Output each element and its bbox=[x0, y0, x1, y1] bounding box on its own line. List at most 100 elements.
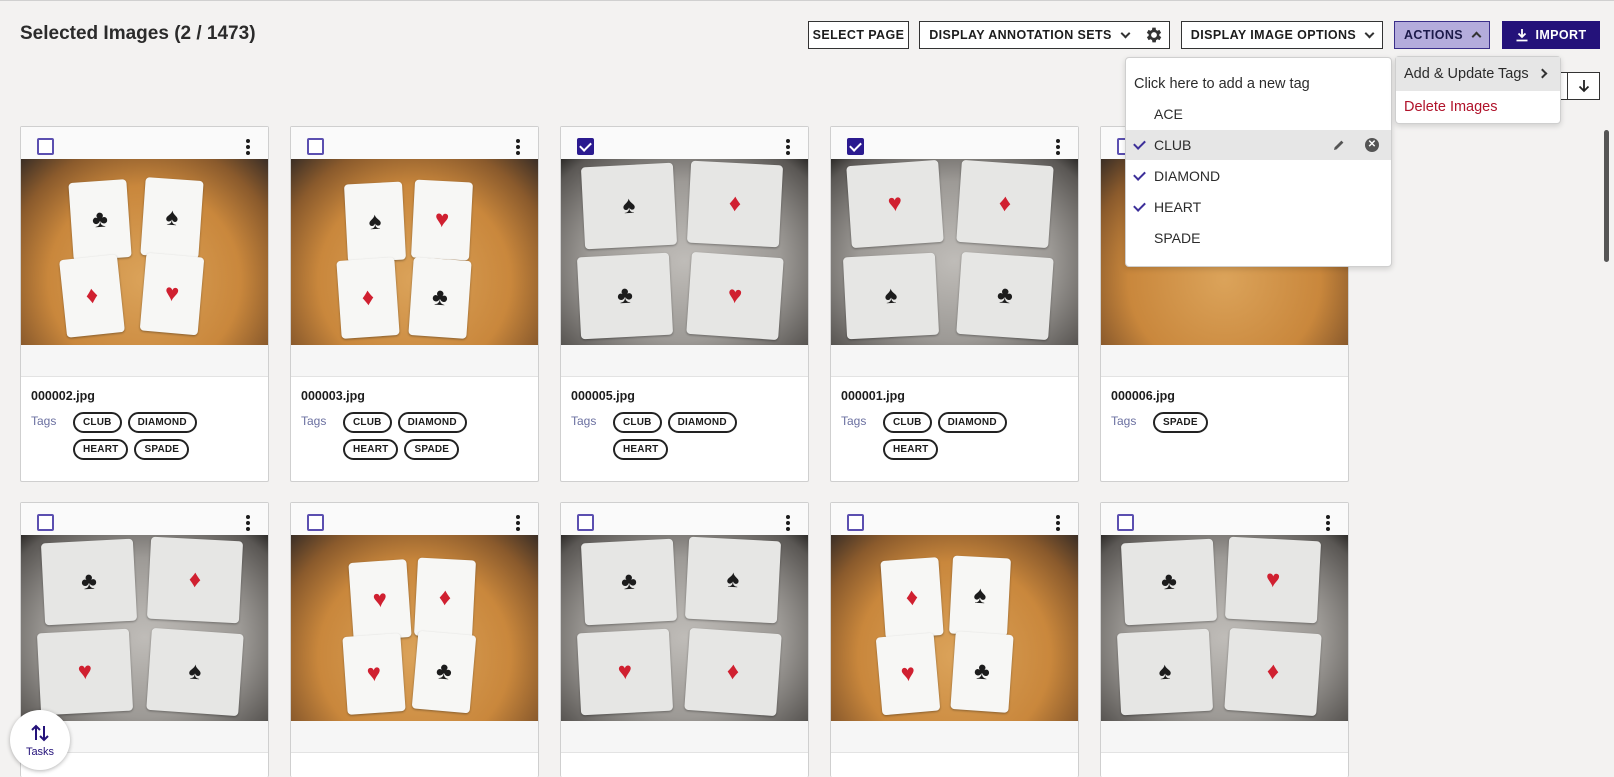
tag-list: SPADE bbox=[1153, 412, 1338, 433]
image-thumbnail[interactable]: ♣ ♦ ♥ ♠ bbox=[21, 535, 268, 721]
select-checkbox[interactable] bbox=[577, 514, 594, 531]
select-checkbox[interactable] bbox=[307, 514, 324, 531]
image-card[interactable]: ♠ ♥ ♦ ♣ 000003.jpg Tags CLUB DIAMOND HEA… bbox=[290, 126, 539, 482]
divider bbox=[1567, 73, 1568, 99]
download-icon bbox=[1516, 29, 1528, 42]
more-options-icon[interactable] bbox=[516, 139, 520, 155]
tag-chip[interactable]: DIAMOND bbox=[937, 412, 1007, 433]
tag-option-ace[interactable]: ACE bbox=[1126, 99, 1391, 129]
more-options-icon[interactable] bbox=[246, 139, 250, 155]
tag-list: CLUB DIAMOND HEART bbox=[883, 412, 1068, 460]
tag-chip[interactable]: SPADE bbox=[404, 439, 460, 460]
add-update-tags-item[interactable]: Add & Update Tags bbox=[1396, 57, 1560, 91]
tag-row: Tags CLUB DIAMOND HEART bbox=[571, 412, 798, 460]
image-thumbnail[interactable]: ♣ ♠ ♥ ♦ bbox=[561, 535, 808, 721]
image-thumbnail[interactable]: ♣ ♥ ♠ ♦ bbox=[1101, 535, 1348, 721]
tag-chip[interactable]: HEART bbox=[883, 439, 939, 460]
check-icon bbox=[1133, 199, 1146, 212]
scrollbar-thumb[interactable] bbox=[1604, 130, 1609, 262]
tags-label: Tags bbox=[301, 414, 327, 428]
image-card[interactable]: ♣ ♠ ♥ ♦ bbox=[560, 502, 809, 777]
card-header bbox=[831, 127, 1078, 159]
select-page-button[interactable]: SELECT PAGE bbox=[808, 21, 909, 49]
image-card[interactable]: ♠ ♦ ♣ ♥ 000005.jpg Tags CLUB DIAMOND HEA… bbox=[560, 126, 809, 482]
tag-row: Tags SPADE bbox=[1111, 412, 1338, 433]
tag-chip[interactable]: CLUB bbox=[73, 412, 122, 433]
tag-chip[interactable]: DIAMOND bbox=[667, 412, 737, 433]
tag-chip[interactable]: HEART bbox=[613, 439, 669, 460]
display-image-options-button[interactable]: DISPLAY IMAGE OPTIONS bbox=[1181, 21, 1383, 49]
tag-row: Tags CLUB DIAMOND HEART SPADE bbox=[301, 412, 528, 460]
actions-button[interactable]: ACTIONS bbox=[1394, 21, 1490, 49]
card-spacer bbox=[291, 721, 538, 753]
tag-chip[interactable]: SPADE bbox=[134, 439, 190, 460]
tag-option-club[interactable]: CLUB ✕ bbox=[1126, 130, 1391, 160]
gear-icon bbox=[1146, 27, 1161, 43]
more-options-icon[interactable] bbox=[1056, 139, 1060, 155]
select-checkbox[interactable] bbox=[37, 514, 54, 531]
more-options-icon[interactable] bbox=[1056, 515, 1060, 531]
page-title: Selected Images (2 / 1473) bbox=[20, 23, 256, 44]
more-options-icon[interactable] bbox=[786, 515, 790, 531]
tag-chip[interactable]: CLUB bbox=[343, 412, 392, 433]
arrow-down-icon bbox=[1578, 80, 1590, 93]
select-checkbox[interactable] bbox=[307, 138, 324, 155]
image-card[interactable]: ♥ ♦ ♥ ♣ bbox=[290, 502, 539, 777]
tag-chip[interactable]: HEART bbox=[343, 439, 399, 460]
tag-option-diamond[interactable]: DIAMOND bbox=[1126, 161, 1391, 191]
select-checkbox-checked[interactable] bbox=[577, 138, 594, 155]
select-checkbox[interactable] bbox=[1117, 514, 1134, 531]
more-options-icon[interactable] bbox=[1326, 515, 1330, 531]
chevron-up-icon bbox=[1471, 31, 1482, 42]
tag-row: Tags CLUB DIAMOND HEART bbox=[841, 412, 1068, 460]
image-card[interactable]: ♥ ♦ ♠ ♣ 000001.jpg Tags CLUB DIAMOND HEA… bbox=[830, 126, 1079, 482]
tag-chip[interactable]: DIAMOND bbox=[397, 412, 467, 433]
import-button[interactable]: IMPORT bbox=[1502, 21, 1600, 49]
sort-direction-button[interactable] bbox=[1560, 72, 1600, 100]
card-spacer bbox=[1101, 721, 1348, 753]
image-card[interactable]: ♦ ♠ ♥ ♣ bbox=[830, 502, 1079, 777]
chevron-down-icon bbox=[1364, 28, 1375, 38]
tag-list: CLUB DIAMOND HEART SPADE bbox=[73, 412, 258, 460]
image-thumbnail[interactable]: ♣ ♠ ♦ ♥ bbox=[21, 159, 268, 345]
tag-option-heart[interactable]: HEART bbox=[1126, 192, 1391, 222]
display-image-options-label: DISPLAY IMAGE OPTIONS bbox=[1190, 28, 1357, 42]
tag-option-label: ACE bbox=[1154, 106, 1183, 122]
image-thumbnail[interactable]: ♦ ♠ ♥ ♣ bbox=[831, 535, 1078, 721]
tag-chip[interactable]: SPADE bbox=[1153, 412, 1208, 433]
more-options-icon[interactable] bbox=[516, 515, 520, 531]
image-thumbnail[interactable]: ♠ ♦ ♣ ♥ bbox=[561, 159, 808, 345]
tasks-label: Tasks bbox=[25, 746, 55, 758]
delete-images-item[interactable]: Delete Images bbox=[1404, 99, 1498, 115]
tag-list: CLUB DIAMOND HEART bbox=[613, 412, 798, 460]
card-spacer bbox=[291, 345, 538, 377]
image-thumbnail[interactable]: ♠ ♥ ♦ ♣ bbox=[291, 159, 538, 345]
image-card[interactable]: ♣ ♠ ♦ ♥ 000002.jpg Tags CLUB DIAMOND HEA… bbox=[20, 126, 269, 482]
delete-tag-icon[interactable]: ✕ bbox=[1365, 138, 1379, 152]
pencil-icon[interactable] bbox=[1333, 139, 1345, 151]
tag-chip[interactable]: HEART bbox=[73, 439, 129, 460]
select-checkbox-checked[interactable] bbox=[847, 138, 864, 155]
more-options-icon[interactable] bbox=[786, 139, 790, 155]
image-thumbnail[interactable]: ♥ ♦ ♥ ♣ bbox=[291, 535, 538, 721]
select-checkbox[interactable] bbox=[37, 138, 54, 155]
card-meta: 000003.jpg Tags CLUB DIAMOND HEART SPADE bbox=[291, 377, 538, 472]
display-annotation-sets-button[interactable]: DISPLAY ANNOTATION SETS bbox=[919, 21, 1139, 49]
more-options-icon[interactable] bbox=[246, 515, 250, 531]
tag-option-spade[interactable]: SPADE bbox=[1126, 223, 1391, 253]
tag-option-label: SPADE bbox=[1154, 230, 1201, 246]
annotation-settings-button[interactable] bbox=[1138, 21, 1170, 49]
card-header bbox=[561, 503, 808, 535]
add-new-tag[interactable]: Click here to add a new tag bbox=[1134, 76, 1310, 92]
tag-chip[interactable]: DIAMOND bbox=[127, 412, 197, 433]
check-icon bbox=[1133, 168, 1146, 181]
card-header bbox=[291, 503, 538, 535]
display-annotation-sets-label: DISPLAY ANNOTATION SETS bbox=[929, 28, 1112, 42]
tag-chip[interactable]: CLUB bbox=[883, 412, 932, 433]
image-card[interactable]: ♣ ♥ ♠ ♦ bbox=[1100, 502, 1349, 777]
tasks-button[interactable]: Tasks bbox=[10, 710, 70, 770]
tag-chip[interactable]: CLUB bbox=[613, 412, 662, 433]
tags-label: Tags bbox=[31, 414, 57, 428]
select-checkbox[interactable] bbox=[847, 514, 864, 531]
image-thumbnail[interactable]: ♥ ♦ ♠ ♣ bbox=[831, 159, 1078, 345]
